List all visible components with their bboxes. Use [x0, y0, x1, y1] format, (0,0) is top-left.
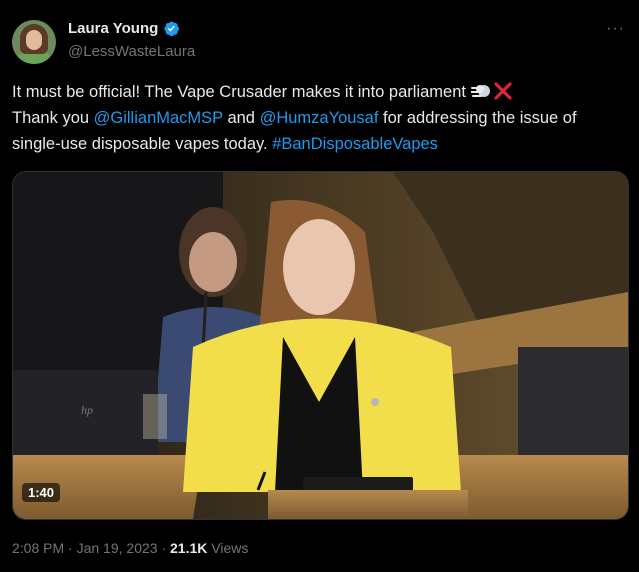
cross-mark-icon [493, 82, 512, 100]
tweet-text: It must be official! The Vape Crusader m… [12, 79, 612, 157]
dash-icon [470, 85, 490, 97]
mention-humzayousaf[interactable]: @HumzaYousaf [260, 109, 379, 127]
tweet-card: Laura Young @LessWasteLaura ··· It must … [0, 0, 639, 572]
avatar[interactable] [12, 20, 56, 64]
and-text: and [222, 109, 260, 127]
views-label: Views [207, 540, 249, 556]
tweet-line1: It must be official! The Vape Crusader m… [12, 83, 471, 101]
author-handle[interactable]: @LessWasteLaura [68, 43, 195, 60]
video-player[interactable]: hp [12, 171, 629, 520]
mention-gillianmacmsp[interactable]: @GillianMacMSP [94, 109, 223, 127]
verified-badge-icon [164, 21, 180, 37]
views-count: 21.1K [170, 540, 208, 556]
author-row: Laura Young [68, 20, 180, 37]
video-duration: 1:40 [22, 483, 61, 502]
video-frame: hp [13, 172, 628, 519]
meta-separator: · [64, 540, 77, 556]
hashtag-bandisposablevapes[interactable]: #BanDisposableVapes [272, 135, 438, 153]
author-name[interactable]: Laura Young [68, 20, 158, 37]
tweet-time[interactable]: 2:08 PM [12, 540, 64, 556]
meta-separator: · [157, 540, 171, 556]
more-options-icon[interactable]: ··· [606, 20, 625, 38]
thank-text: Thank you [12, 109, 94, 127]
tweet-meta: 2:08 PM · Jan 19, 2023 · 21.1K Views [12, 540, 248, 556]
laptop-logo: hp [81, 403, 93, 417]
tweet-date[interactable]: Jan 19, 2023 [77, 540, 158, 556]
